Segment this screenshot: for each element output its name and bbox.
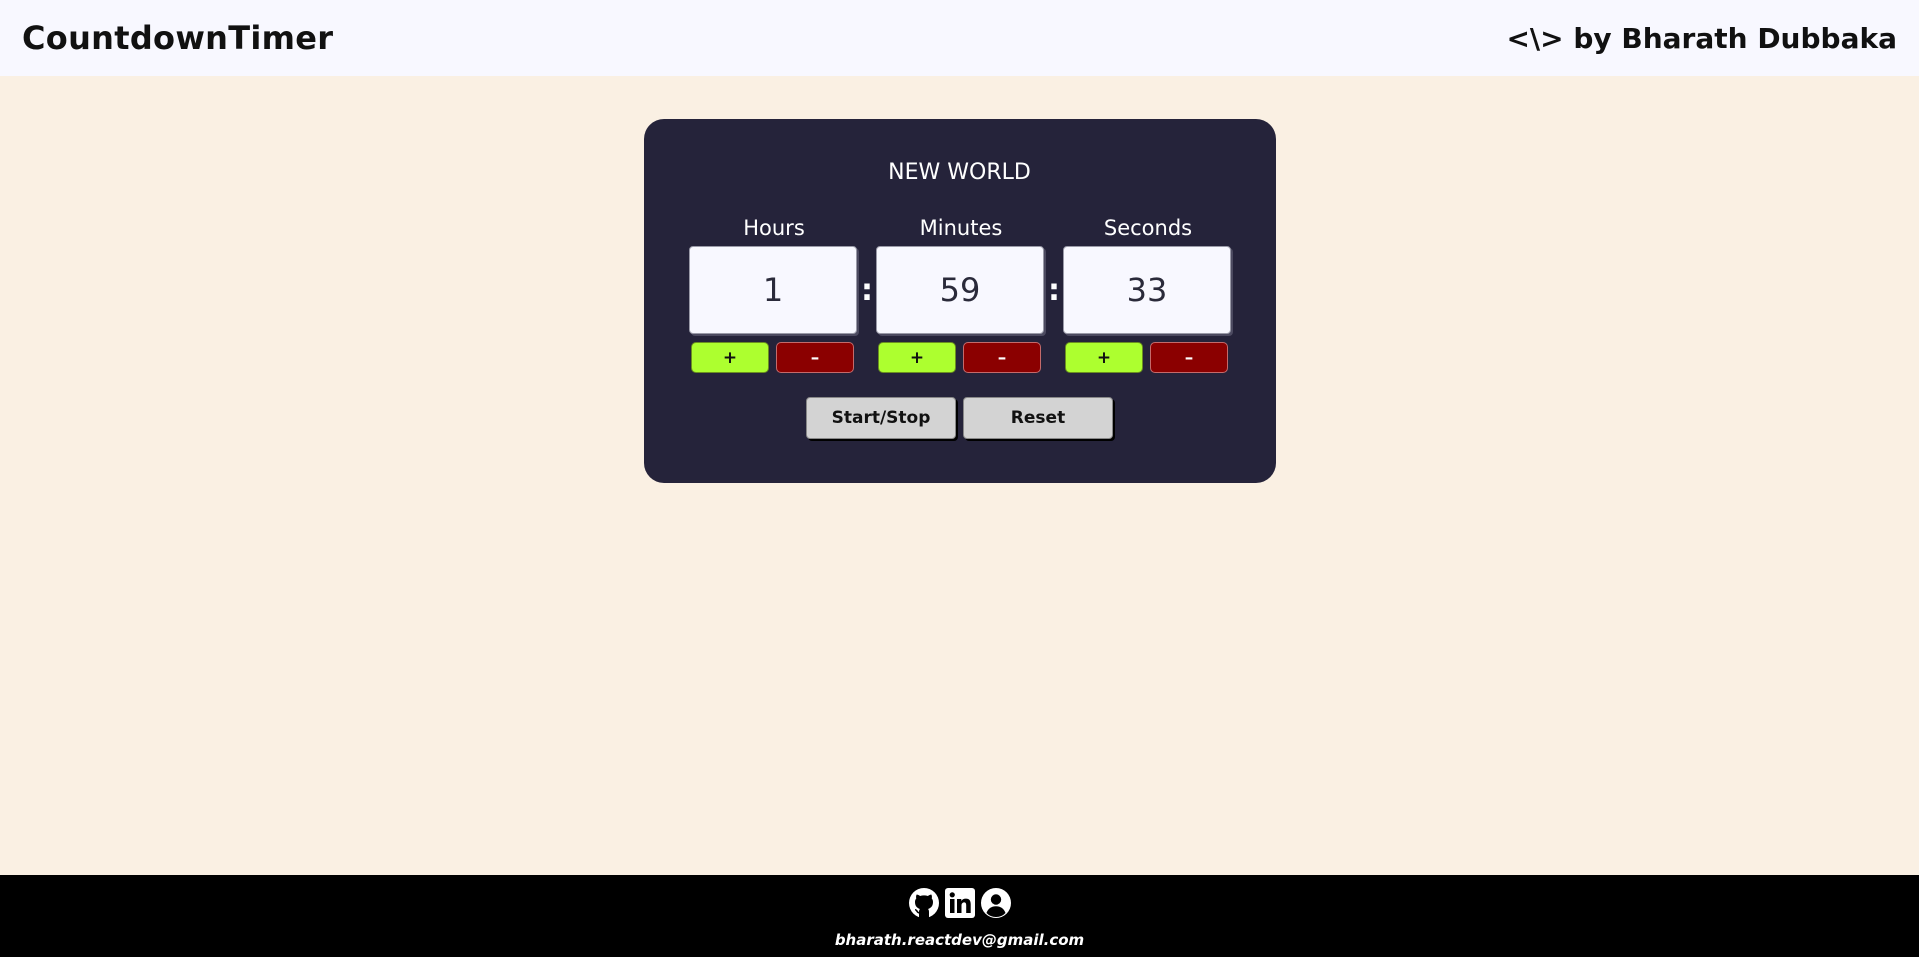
timer-title: NEW WORLD xyxy=(888,160,1031,185)
seconds-display: 33 xyxy=(1063,246,1231,334)
github-icon[interactable] xyxy=(908,887,940,919)
hours-decrement-button[interactable]: – xyxy=(776,342,854,373)
hours-display: 1 xyxy=(689,246,857,334)
app-footer: bharath.reactdev@gmail.com xyxy=(0,875,1919,957)
seconds-increment-button[interactable]: + xyxy=(1065,342,1143,373)
social-links xyxy=(0,887,1919,919)
minutes-increment-button[interactable]: + xyxy=(878,342,956,373)
minutes-decrement-button[interactable]: – xyxy=(963,342,1041,373)
hours-minutes-separator: : xyxy=(861,273,873,308)
profile-icon[interactable] xyxy=(980,887,1012,919)
seconds-decrement-button[interactable]: – xyxy=(1150,342,1228,373)
author-byline: <\> by Bharath Dubbaka xyxy=(1506,21,1897,55)
linkedin-icon[interactable] xyxy=(944,887,976,919)
minutes-label: Minutes xyxy=(919,216,1003,240)
app-title: CountdownTimer xyxy=(22,19,334,57)
start-stop-button[interactable]: Start/Stop xyxy=(806,397,956,439)
hours-increment-button[interactable]: + xyxy=(691,342,769,373)
reset-button[interactable]: Reset xyxy=(963,397,1113,439)
seconds-label: Seconds xyxy=(1103,216,1193,240)
app-header: CountdownTimer <\> by Bharath Dubbaka xyxy=(0,0,1919,76)
contact-email[interactable]: bharath.reactdev@gmail.com xyxy=(0,931,1919,949)
hours-label: Hours xyxy=(743,216,805,240)
minutes-display: 59 xyxy=(876,246,1044,334)
minutes-seconds-separator: : xyxy=(1048,273,1060,308)
